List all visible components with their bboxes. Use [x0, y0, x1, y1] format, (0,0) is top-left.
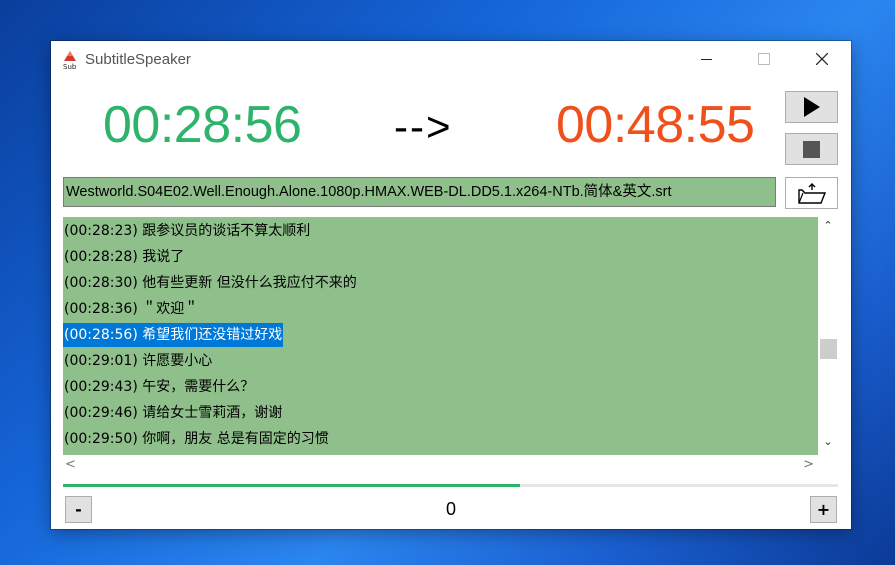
stop-icon [803, 140, 820, 158]
open-file-button[interactable] [785, 177, 838, 209]
close-icon [816, 53, 828, 65]
subtitle-row[interactable]: (00:28:36) ＂欢迎＂ [63, 297, 199, 321]
subtitle-row[interactable]: (00:29:50) 你啊，朋友 总是有固定的习惯 [63, 427, 330, 451]
title-bar[interactable]: Sub SubtitleSpeaker [51, 41, 851, 77]
increase-offset-button[interactable]: + [810, 496, 837, 523]
minimize-button[interactable] [677, 41, 735, 77]
app-window: Sub SubtitleSpeaker 00:28:56 --> 00:48:5… [51, 41, 851, 529]
play-icon [803, 97, 820, 117]
subtitle-row[interactable]: (00:29:01) 许愿要小心 [63, 349, 213, 373]
scroll-right-icon[interactable]: > [803, 457, 814, 472]
subtitle-row[interactable]: (00:28:30) 他有些更新 但没什么我应付不来的 [63, 271, 358, 295]
subtitle-row[interactable]: (00:28:28) 我说了 [63, 245, 185, 269]
start-time: 00:28:56 [103, 96, 302, 154]
subtitle-list[interactable]: (00:28:23) 跟参议员的谈话不算太顺利 (00:28:28) 我说了 (00… [63, 217, 818, 455]
scroll-down-icon[interactable]: ⌄ [818, 435, 838, 451]
time-arrow: --> [394, 103, 453, 150]
stop-button[interactable] [785, 133, 838, 165]
sub-icon: Sub [63, 51, 77, 70]
scroll-thumb[interactable] [820, 339, 837, 359]
playback-progress [63, 484, 838, 487]
subtitle-file-path[interactable]: Westworld.S04E02.Well.Enough.Alone.1080p… [63, 177, 776, 207]
subtitle-row[interactable]: (00:29:46) 请给女士雪莉酒，谢谢 [63, 401, 283, 425]
vertical-scrollbar[interactable]: ⌃ ⌄ [818, 217, 838, 455]
maximize-icon [758, 53, 770, 65]
offset-value: 0 [445, 499, 456, 519]
horizontal-scrollbar[interactable]: < > [63, 455, 818, 475]
close-button[interactable] [793, 41, 851, 77]
progress-fill [63, 484, 521, 487]
subtitle-row[interactable]: (00:28:23) 跟参议员的谈话不算太顺利 [63, 219, 311, 243]
maximize-button[interactable] [735, 41, 793, 77]
decrease-offset-button[interactable]: - [65, 496, 92, 523]
window-title: SubtitleSpeaker [85, 51, 191, 68]
scroll-up-icon[interactable]: ⌃ [818, 219, 838, 235]
play-button[interactable] [785, 91, 838, 123]
end-time: 00:48:55 [556, 96, 755, 154]
svg-text:Sub: Sub [63, 63, 77, 70]
subtitle-row[interactable]: (00:28:56) 希望我们还没错过好戏 [63, 323, 284, 347]
folder-open-icon [797, 183, 826, 204]
minimize-icon [700, 58, 712, 60]
scroll-left-icon[interactable]: < [65, 457, 76, 472]
subtitle-row[interactable]: (00:29:43) 午安，需要什么？ [63, 375, 255, 399]
